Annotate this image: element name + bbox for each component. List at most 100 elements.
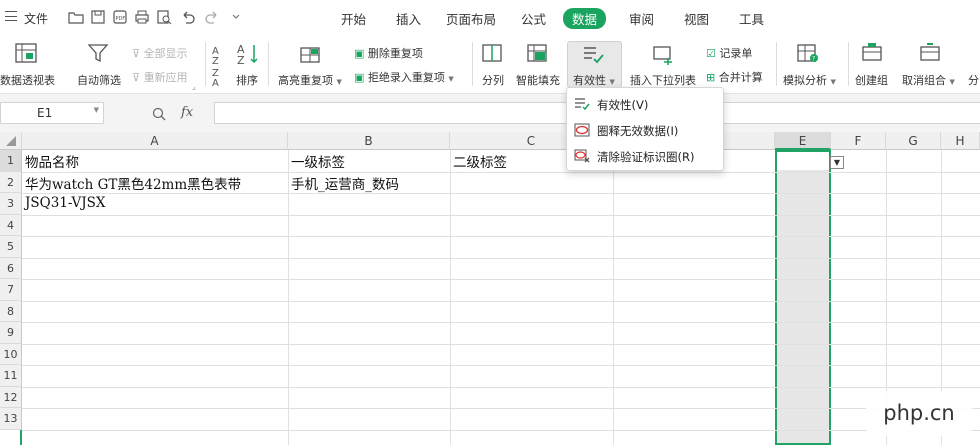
watermark: php.cn — [866, 391, 972, 436]
cell-dropdown-arrow-icon[interactable]: ▼ — [830, 156, 844, 169]
tab-home[interactable]: 开始 — [341, 9, 366, 28]
validity-label: 有效性 — [573, 74, 606, 87]
column-header-a[interactable]: A — [22, 132, 288, 150]
subtotal-button[interactable]: 分 — [968, 72, 979, 88]
gridline — [450, 150, 451, 445]
row-header[interactable]: 1 — [0, 150, 22, 172]
export-pdf-icon[interactable]: PDF — [112, 9, 128, 25]
insert-dropdown-list-button[interactable]: 插入下拉列表 — [630, 72, 696, 88]
validity-dropdown-menu: 有效性(V) 圈释无效数据(I) 清除验证标识圈(R) — [566, 87, 724, 171]
cell-c1[interactable]: 二级标签 — [450, 151, 507, 171]
cell-a2[interactable]: 华为watch GT黑色42mm黑色表带 — [22, 173, 241, 193]
reject-duplicates-label: 拒绝录入重复项 — [367, 71, 445, 84]
row-header[interactable]: 13 — [0, 408, 22, 430]
tab-page-layout[interactable]: 页面布局 — [446, 9, 496, 28]
highlight-duplicates-button[interactable]: 高亮重复项 ▼ — [278, 72, 342, 88]
column-header-f[interactable]: F — [831, 132, 886, 150]
hamburger-menu-icon[interactable] — [5, 11, 17, 21]
what-if-analysis-button[interactable]: 模拟分析 ▼ — [783, 72, 836, 88]
separator — [205, 42, 206, 86]
validity-icon — [575, 98, 590, 111]
gridline — [22, 300, 980, 302]
reapply-label: 重新应用 — [143, 71, 188, 84]
file-menu[interactable]: 文件 — [24, 10, 48, 27]
reapply-button[interactable]: ⊽ 重新应用 — [132, 69, 188, 85]
redo-icon[interactable] — [204, 9, 220, 25]
validity-button[interactable]: 有效性 ▼ — [573, 72, 615, 88]
row-header[interactable]: 4 — [0, 214, 22, 236]
dropdown-caret-icon: ▼ — [949, 78, 955, 86]
cell-b2[interactable]: 手机_运营商_数码 — [288, 173, 399, 193]
gridline — [22, 322, 980, 323]
name-box[interactable]: E1 ▼ — [0, 102, 104, 124]
split-column-button[interactable]: 分列 — [482, 72, 504, 88]
column-header-g[interactable]: G — [886, 132, 941, 150]
sort-button[interactable]: 排序 — [236, 72, 258, 88]
column-header-e[interactable]: E — [775, 132, 831, 150]
pivot-table-button[interactable]: 数据透视表 — [0, 72, 55, 88]
name-box-dropdown-icon[interactable]: ▼ — [94, 106, 99, 114]
save-icon[interactable] — [90, 9, 106, 25]
row-header[interactable]: 3 — [0, 193, 22, 215]
menu-bar: 文件 PDF 开始 插入 页面布局 公式 数据 审阅 视图 工具 — [0, 0, 980, 36]
separator — [848, 42, 849, 86]
ungroup-label: 取消组合 — [902, 74, 946, 87]
row-header[interactable]: 5 — [0, 236, 22, 258]
autofilter-icon — [87, 44, 109, 63]
cell-a1[interactable]: 物品名称 — [22, 151, 79, 171]
row-header[interactable]: 9 — [0, 322, 22, 344]
svg-text:A: A — [212, 78, 219, 86]
row-header[interactable]: 11 — [0, 365, 22, 387]
spreadsheet-grid[interactable]: A B C D E F G H ▼ 物品名称 一级标签 二级标签 华为watch… — [0, 132, 980, 445]
menu-item-circle-invalid-data[interactable]: 圈释无效数据(I) — [567, 117, 725, 143]
print-icon[interactable] — [134, 9, 150, 25]
smart-fill-button[interactable]: 智能填充 — [516, 72, 560, 88]
undo-icon[interactable] — [180, 9, 196, 25]
row-header[interactable]: 2 — [0, 171, 22, 193]
insert-function-button[interactable]: fx — [181, 105, 193, 120]
delete-duplicates-button[interactable]: ▣ 删除重复项 — [354, 45, 423, 61]
tab-review[interactable]: 审阅 — [629, 9, 654, 28]
row-header[interactable]: 6 — [0, 257, 22, 279]
reject-duplicates-button[interactable]: ▣ 拒绝录入重复项 ▼ — [354, 69, 454, 85]
print-preview-icon[interactable] — [156, 9, 172, 25]
gridline — [22, 279, 980, 280]
gridline — [22, 386, 980, 388]
gridline — [613, 150, 614, 445]
cell-e1-active[interactable] — [777, 152, 829, 170]
autofilter-button[interactable]: 自动筛选 — [77, 72, 121, 88]
dropdown-caret-icon: ▼ — [609, 78, 615, 86]
pivot-table-icon — [15, 43, 37, 63]
row-header[interactable]: 8 — [0, 300, 22, 322]
customize-chevron-icon[interactable] — [228, 9, 244, 25]
ungroup-button[interactable]: 取消组合 ▼ — [902, 72, 955, 88]
tab-data[interactable]: 数据 — [563, 8, 607, 29]
tab-insert[interactable]: 插入 — [396, 9, 421, 28]
open-folder-icon[interactable] — [68, 9, 84, 25]
column-header-h[interactable]: H — [941, 132, 980, 150]
reject-duplicates-icon: ▣ — [354, 71, 365, 84]
filter-options-icon[interactable]: ⌟ — [192, 82, 196, 91]
tab-view[interactable]: 视图 — [684, 9, 709, 28]
cell-b1[interactable]: 一级标签 — [288, 151, 345, 171]
row-header[interactable]: 10 — [0, 343, 22, 365]
what-if-analysis-label: 模拟分析 — [783, 74, 827, 87]
menu-item-validity[interactable]: 有效性(V) — [567, 91, 725, 117]
show-all-button[interactable]: ⊽ 全部显示 — [132, 45, 188, 61]
consolidate-button[interactable]: ⊞ 合并计算 — [706, 69, 763, 85]
sort-az-icon[interactable]: AZZA — [211, 42, 227, 86]
menu-item-clear-validation-circles[interactable]: 清除验证标识圈(R) — [567, 143, 725, 169]
gridline — [22, 214, 980, 216]
tab-formulas[interactable]: 公式 — [521, 9, 546, 28]
record-form-button[interactable]: ☑ 记录单 — [706, 45, 752, 61]
gridline — [22, 236, 980, 237]
zoom-formula-icon[interactable] — [152, 107, 168, 121]
create-group-button[interactable]: 创建组 — [855, 72, 888, 88]
column-header-b[interactable]: B — [288, 132, 450, 150]
row-header[interactable]: 12 — [0, 386, 22, 408]
svg-text:PDF: PDF — [116, 16, 126, 22]
row-header[interactable]: 7 — [0, 279, 22, 301]
select-all-corner[interactable] — [0, 132, 22, 150]
cell-a3[interactable]: JSQ31-VJSX — [22, 195, 106, 211]
tab-tools[interactable]: 工具 — [739, 9, 764, 28]
